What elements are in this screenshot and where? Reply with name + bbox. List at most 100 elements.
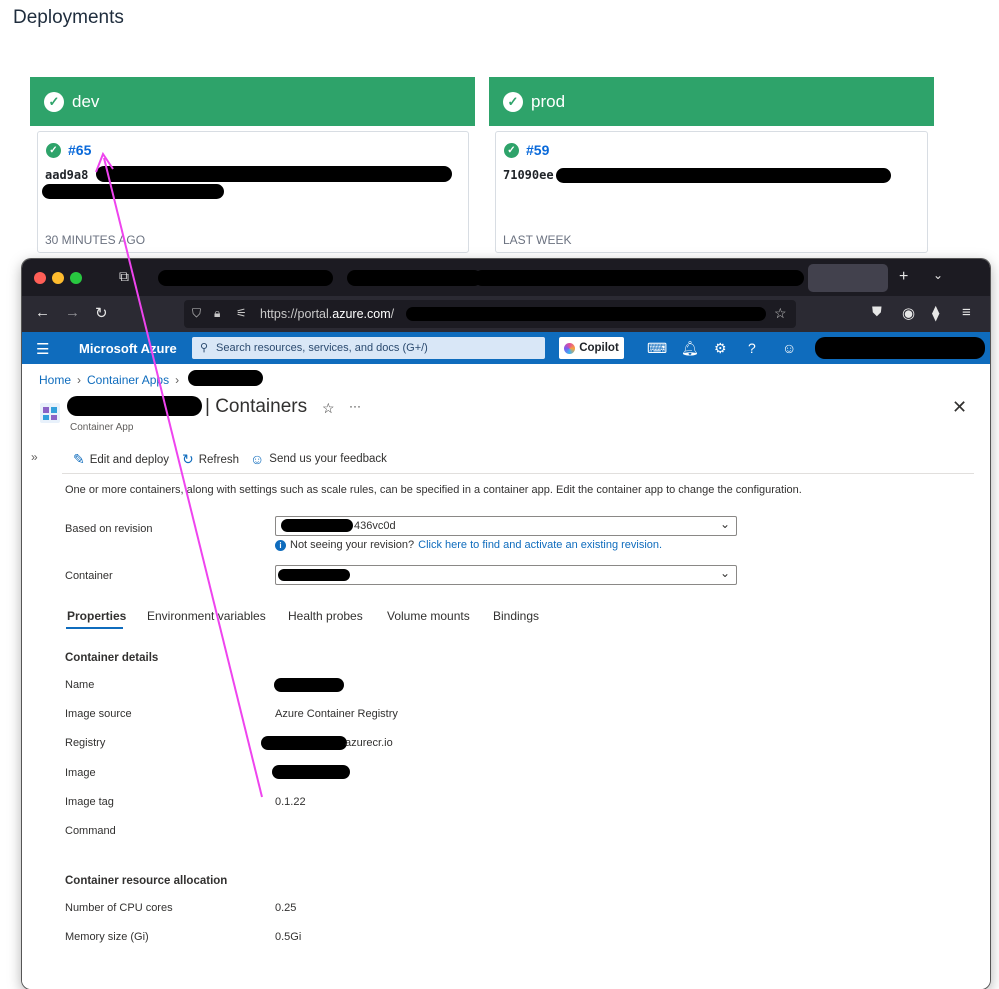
check-circle-icon: ✓ [503, 91, 523, 112]
redaction [67, 396, 202, 416]
pocket-icon[interactable]: ⛊ [872, 304, 882, 320]
reload-icon[interactable]: ↻ [95, 304, 108, 322]
divider [62, 473, 974, 474]
tab-bindings[interactable]: Bindings [493, 609, 539, 623]
notifications-icon[interactable]: 🔔︎ [681, 340, 699, 357]
edit-and-deploy-button[interactable]: ✎ Edit and deploy [73, 451, 169, 468]
redaction [406, 307, 766, 321]
breadcrumb-container-apps[interactable]: Container Apps [87, 373, 169, 387]
deployment-card-prod: ✓ #59 71090ee LAST WEEK [495, 131, 928, 253]
menu-icon[interactable]: ≡ [962, 304, 971, 321]
feedback-icon[interactable]: ☺ [782, 340, 796, 356]
favorite-star-icon[interactable]: ☆ [322, 400, 335, 417]
page-description: One or more containers, along with setti… [65, 484, 802, 496]
info-icon: i [275, 539, 286, 551]
registry-label: Registry [65, 737, 106, 749]
resource-allocation-heading: Container resource allocation [65, 875, 228, 887]
copilot-button[interactable]: Copilot [559, 337, 624, 359]
registry-value: azurecr.io [345, 737, 393, 749]
active-browser-tab[interactable] [808, 264, 888, 292]
redaction [42, 184, 224, 199]
feedback-button[interactable]: ☺ Send us your feedback [250, 451, 387, 467]
azure-search-input[interactable]: ⚲ Search resources, services, and docs (… [192, 337, 545, 359]
account-icon[interactable]: ◉ [902, 304, 915, 322]
deploy-time: LAST WEEK [503, 233, 572, 247]
cpu-value: 0.25 [275, 902, 297, 914]
browser-window: ⧉ + ⌄ ← → ↻ ⛉ 🔒︎ ⚟ https://portal.azure.… [22, 259, 990, 989]
commit-sha: aad9a8 [45, 168, 89, 182]
close-icon[interactable]: ✕ [952, 397, 967, 418]
plus-icon[interactable]: + [899, 268, 908, 286]
container-details-heading: Container details [65, 652, 159, 664]
container-label: Container [65, 570, 113, 582]
more-options-icon[interactable]: ··· [349, 399, 361, 413]
refresh-button[interactable]: ↻ Refresh [182, 451, 239, 468]
forward-icon[interactable]: → [65, 304, 80, 321]
tab-health-probes[interactable]: Health probes [288, 609, 363, 623]
refresh-icon: ↻ [182, 451, 194, 467]
azure-content: Home › Container Apps › | Containers Contai… [22, 364, 990, 989]
feedback-icon: ☺ [250, 451, 265, 467]
command-label: Command [65, 825, 116, 837]
chevron-right-icon: › [175, 373, 180, 387]
name-label: Name [65, 679, 95, 691]
shield-icon: ⛉ [192, 306, 202, 320]
tab-properties[interactable]: Properties [67, 609, 126, 623]
chevron-down-icon: ⌄ [719, 517, 730, 531]
env-header-prod[interactable]: ✓ prod [489, 77, 934, 126]
check-circle-icon: ✓ [504, 142, 519, 158]
redaction [272, 765, 350, 779]
env-header-dev[interactable]: ✓ dev [30, 77, 475, 126]
permissions-icon: ⚟ [236, 306, 247, 320]
redaction [281, 519, 353, 532]
redaction [261, 736, 347, 750]
azure-brand[interactable]: Microsoft Azure [79, 341, 177, 356]
page-subtitle: Container App [70, 422, 134, 433]
zoom-window-button[interactable] [70, 272, 82, 284]
redaction [96, 166, 452, 182]
search-icon: ⚲ [200, 342, 209, 354]
deployments-title: Deployments [13, 7, 124, 28]
breadcrumb: Home › Container Apps › [39, 373, 185, 387]
back-icon[interactable]: ← [35, 304, 50, 321]
check-circle-icon: ✓ [44, 91, 64, 112]
redaction [347, 270, 482, 286]
revision-select[interactable]: 436vc0d ⌄ [275, 516, 737, 536]
container-app-icon [40, 403, 60, 423]
run-link[interactable]: ✓ #59 [504, 142, 549, 158]
close-window-button[interactable] [34, 272, 46, 284]
expand-sidebar-icon[interactable]: » [31, 450, 38, 464]
minimize-window-button[interactable] [52, 272, 64, 284]
run-link[interactable]: ✓ #65 [46, 142, 91, 158]
browser-tab-bar: ⧉ + ⌄ [22, 259, 990, 296]
env-name: dev [72, 91, 100, 111]
revision-info: i Not seeing your revision? Click here t… [275, 539, 662, 551]
cloud-shell-icon[interactable]: ⌨ [647, 340, 667, 357]
container-select[interactable]: ⌄ [275, 565, 737, 585]
check-circle-icon: ✓ [46, 142, 61, 158]
bookmark-star-icon[interactable]: ☆ [774, 305, 787, 322]
cpu-label: Number of CPU cores [65, 902, 173, 914]
tab-volume-mounts[interactable]: Volume mounts [387, 609, 470, 623]
chevron-down-icon[interactable]: ⌄ [933, 268, 943, 282]
url-text: https://portal.azure.com/ [260, 307, 395, 321]
image-source-value: Azure Container Registry [275, 708, 398, 720]
redaction [274, 678, 344, 692]
help-icon[interactable]: ? [748, 340, 756, 356]
redaction [815, 337, 985, 359]
breadcrumb-home[interactable]: Home [39, 373, 71, 387]
commit-sha: 71090ee [503, 168, 554, 182]
browser-nav-bar: ← → ↻ ⛉ 🔒︎ ⚟ https://portal.azure.com/ ☆… [22, 296, 990, 332]
memory-value: 0.5Gi [275, 931, 302, 943]
hamburger-icon[interactable]: ☰ [36, 340, 49, 358]
redaction [278, 569, 350, 581]
extensions-icon[interactable]: ⧫ [932, 304, 939, 322]
image-tag-value: 0.1.22 [275, 796, 306, 808]
tab-overview-icon[interactable]: ⧉ [119, 268, 129, 285]
address-bar[interactable]: ⛉ 🔒︎ ⚟ https://portal.azure.com/ ☆ [184, 300, 796, 328]
page-title: | Containers [205, 396, 308, 417]
find-revision-link[interactable]: Click here to find and activate an exist… [418, 539, 662, 551]
lock-icon: 🔒︎ [214, 306, 221, 320]
settings-icon[interactable]: ⚙ [714, 340, 727, 357]
tab-environment-variables[interactable]: Environment variables [147, 609, 266, 623]
